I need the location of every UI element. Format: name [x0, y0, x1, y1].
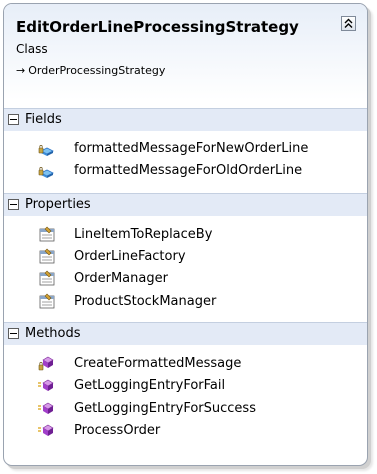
private-field-icon	[38, 167, 54, 178]
method-item[interactable]: GetLoggingEntryForFail	[4, 375, 367, 397]
property-label: ProductStockManager	[74, 294, 217, 309]
base-class: → OrderProcessingStrategy	[16, 64, 165, 77]
private-field-icon	[38, 145, 54, 156]
class-header: EditOrderLineProcessingStrategy Class → O…	[4, 4, 367, 100]
method-item[interactable]: GetLoggingEntryForSuccess	[4, 398, 367, 420]
collapse-button[interactable]	[341, 16, 356, 31]
field-label: formattedMessageForOldOrderLine	[74, 163, 303, 178]
property-icon	[39, 226, 55, 242]
collapse-toggle-icon[interactable]	[8, 114, 19, 125]
field-label: formattedMessageForNewOrderLine	[74, 141, 309, 156]
property-label: OrderLineFactory	[74, 249, 186, 264]
class-name: EditOrderLineProcessingStrategy	[16, 18, 299, 36]
collapse-toggle-icon[interactable]	[8, 199, 19, 210]
double-chevron-up-icon	[344, 18, 353, 28]
property-icon	[39, 248, 55, 264]
private-method-icon	[38, 356, 54, 371]
field-item[interactable]: formattedMessageForNewOrderLine	[4, 138, 367, 160]
section-header-properties[interactable]: Properties	[4, 193, 367, 216]
base-class-name: OrderProcessingStrategy	[28, 64, 166, 77]
method-item[interactable]: CreateFormattedMessage	[4, 353, 367, 375]
property-icon	[39, 270, 55, 286]
section-label-methods: Methods	[25, 326, 81, 341]
section-label-fields: Fields	[25, 112, 62, 127]
section-header-fields[interactable]: Fields	[4, 108, 367, 131]
property-item[interactable]: LineItemToReplaceBy	[4, 224, 367, 246]
property-icon	[39, 293, 55, 309]
class-stereotype: Class	[16, 42, 48, 56]
property-label: LineItemToReplaceBy	[74, 227, 213, 242]
section-label-properties: Properties	[25, 197, 91, 212]
class-shape[interactable]: EditOrderLineProcessingStrategy Class → O…	[3, 3, 368, 466]
property-label: OrderManager	[74, 271, 168, 286]
method-item[interactable]: ProcessOrder	[4, 420, 367, 442]
method-label: GetLoggingEntryForFail	[74, 378, 226, 393]
method-label: CreateFormattedMessage	[74, 356, 242, 371]
method-label: ProcessOrder	[74, 423, 161, 438]
protected-method-icon	[38, 424, 54, 436]
section-header-methods[interactable]: Methods	[4, 322, 367, 345]
field-item[interactable]: formattedMessageForOldOrderLine	[4, 160, 367, 182]
property-item[interactable]: OrderLineFactory	[4, 246, 367, 268]
property-item[interactable]: OrderManager	[4, 268, 367, 290]
collapse-toggle-icon[interactable]	[8, 328, 19, 339]
protected-method-icon	[38, 379, 54, 391]
inheritance-arrow-icon: →	[16, 64, 26, 77]
property-item[interactable]: ProductStockManager	[4, 291, 367, 313]
method-label: GetLoggingEntryForSuccess	[74, 401, 256, 416]
protected-method-icon	[38, 402, 54, 414]
